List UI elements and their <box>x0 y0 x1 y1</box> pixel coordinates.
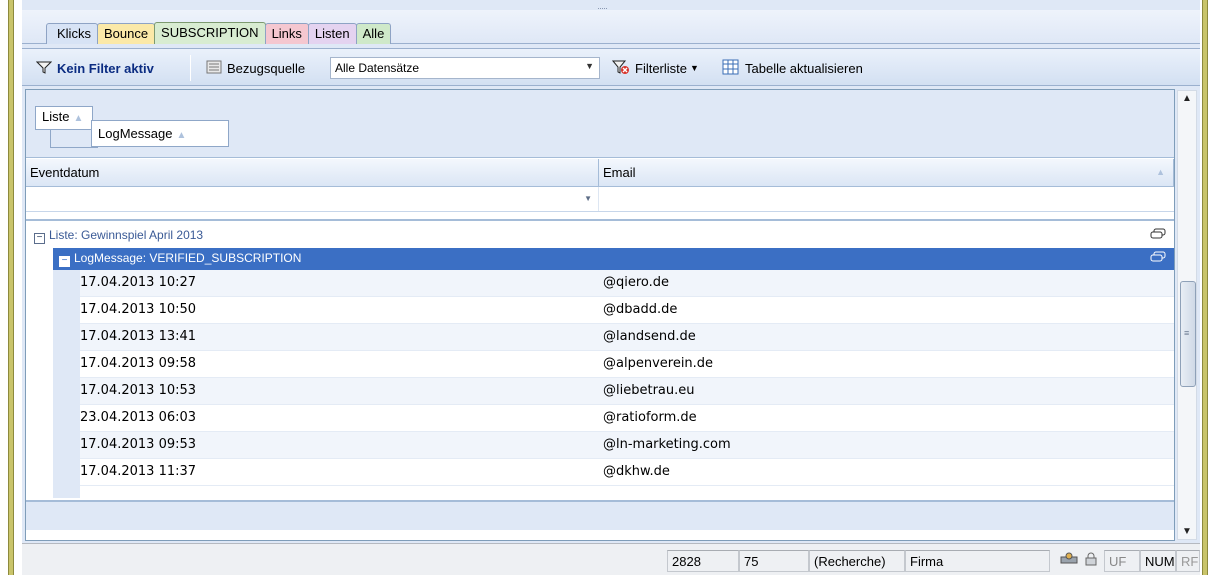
table-row[interactable]: 17.04.2013 09:58 @alpenverein.de <box>80 351 1174 378</box>
tab-subscription[interactable]: SUBSCRIPTION <box>154 22 266 44</box>
table-row[interactable]: 17.04.2013 09:53 @ln-marketing.com <box>80 432 1174 459</box>
group-row-logmessage-label: LogMessage: VERIFIED_SUBSCRIPTION <box>74 251 302 265</box>
lock-icon <box>1084 552 1098 569</box>
email-cell: @alpenverein.de <box>603 356 714 371</box>
column-header-eventdatum[interactable]: Eventdatum <box>26 159 599 186</box>
email-cell: @qiero.de <box>603 275 670 290</box>
collapse-icon[interactable]: − <box>34 233 45 244</box>
window-frame-right <box>1200 0 1215 575</box>
eventdatum-filter-cell[interactable]: ▼ <box>26 187 599 211</box>
stack-icon <box>1150 251 1166 266</box>
group-indent <box>53 270 80 498</box>
email-cell: @dkhw.de <box>603 464 670 479</box>
source-field: Bezugsquelle <box>206 57 305 79</box>
column-header-email-label: Email <box>603 165 636 180</box>
table-row[interactable]: 17.04.2013 10:27 @qiero.de <box>80 270 1174 297</box>
email-cell: @ln-marketing.com <box>603 437 731 452</box>
status-count-secondary: 75 <box>739 550 809 572</box>
status-num: NUM <box>1140 550 1176 572</box>
grip-icon: ≡ <box>1184 328 1190 338</box>
filter-remove-icon <box>611 59 630 78</box>
sort-up-icon: ▲ <box>1156 167 1165 177</box>
grid-footer <box>26 500 1174 530</box>
eventdatum-cell: 17.04.2013 11:37 <box>80 464 197 479</box>
source-dropdown-value: Alle Datensätze <box>335 61 420 75</box>
source-dropdown[interactable]: Alle Datensätze ▼ <box>330 57 600 79</box>
column-header-email[interactable]: Email ▲ <box>599 159 1174 186</box>
eventdatum-cell: 17.04.2013 09:53 <box>80 437 197 452</box>
tab-strip: Klicks Bounce SUBSCRIPTION Links Listen … <box>22 10 1200 44</box>
source-label: Bezugsquelle <box>227 60 306 76</box>
vertical-scrollbar[interactable]: ▲ ≡ ▼ <box>1177 90 1197 540</box>
group-chip-liste-label: Liste <box>42 109 70 124</box>
sort-up-icon: ▲ <box>176 130 187 141</box>
scroll-down-icon[interactable]: ▼ <box>1182 526 1192 537</box>
table-row[interactable]: 17.04.2013 10:53 @liebetrau.eu <box>80 378 1174 405</box>
eventdatum-cell: 17.04.2013 10:50 <box>80 302 197 317</box>
filter-funnel-icon <box>35 60 53 77</box>
eventdatum-cell: 17.04.2013 10:53 <box>80 383 197 398</box>
scroll-thumb[interactable]: ≡ <box>1180 281 1196 387</box>
status-rf: RF <box>1176 550 1200 572</box>
table-row[interactable]: 17.04.2013 11:37 @dkhw.de <box>80 459 1174 486</box>
status-bar: 2828 75 (Recherche) Firma UF NUM RF <box>22 543 1200 575</box>
stack-icon <box>1150 228 1166 243</box>
tab-listen[interactable]: Listen <box>307 23 357 44</box>
app-window: ····· Klicks Bounce SUBSCRIPTION Links L… <box>22 0 1200 575</box>
filterlist-button[interactable]: Filterliste ▼ <box>611 57 699 79</box>
status-uf: UF <box>1104 550 1140 572</box>
table-row[interactable]: 17.04.2013 10:50 @dbadd.de <box>80 297 1174 324</box>
email-cell: @landsend.de <box>603 329 696 344</box>
filter-status-button[interactable]: Kein Filter aktiv <box>35 57 154 79</box>
email-cell: @ratioform.de <box>603 410 697 425</box>
group-row-logmessage[interactable]: − LogMessage: VERIFIED_SUBSCRIPTION <box>53 248 1174 270</box>
group-chip-liste[interactable]: Liste ▲ <box>35 106 93 130</box>
tab-klicks[interactable]: Klicks <box>46 23 98 44</box>
group-chip-logmessage-label: LogMessage <box>98 126 173 141</box>
table-refresh-icon <box>722 59 740 78</box>
filterlist-label: Filterliste <box>635 60 688 76</box>
tab-links[interactable]: Links <box>264 23 309 44</box>
status-count-records: 2828 <box>667 550 739 572</box>
chevron-down-icon: ▼ <box>584 194 592 203</box>
filter-row: ▼ <box>26 187 1174 212</box>
group-row-list[interactable]: − Liste: Gewinnspiel April 2013 <box>26 225 1174 247</box>
collapse-icon[interactable]: − <box>59 256 70 267</box>
group-row-list-label: Liste: Gewinnspiel April 2013 <box>49 228 204 242</box>
dropdown-arrow-icon: ▼ <box>690 63 699 73</box>
data-grid: Liste ▲ LogMessage ▲ Eventdatum Email ▲ ▼ … <box>25 89 1175 541</box>
tab-bounce[interactable]: Bounce <box>96 23 156 44</box>
filter-status-label: Kein Filter aktiv <box>57 60 154 76</box>
status-company: Firma <box>905 550 1050 572</box>
list-icon <box>206 60 222 77</box>
table-row[interactable]: 23.04.2013 06:03 @ratioform.de <box>80 405 1174 432</box>
tab-alle[interactable]: Alle <box>355 23 392 44</box>
toolbar-separator <box>190 55 191 81</box>
column-headers: Eventdatum Email ▲ <box>26 159 1174 187</box>
eventdatum-cell: 17.04.2013 09:58 <box>80 356 197 371</box>
eventdatum-cell: 17.04.2013 13:41 <box>80 329 197 344</box>
window-frame-left <box>0 0 21 575</box>
group-by-panel: Liste ▲ LogMessage ▲ <box>26 90 1174 158</box>
scroll-up-icon[interactable]: ▲ <box>1182 93 1192 104</box>
email-cell: @liebetrau.eu <box>603 383 695 398</box>
status-mode: (Recherche) <box>809 550 905 572</box>
sort-up-icon: ▲ <box>73 113 84 124</box>
eventdatum-cell: 23.04.2013 06:03 <box>80 410 197 425</box>
table-row[interactable]: 17.04.2013 13:41 @landsend.de <box>80 324 1174 351</box>
refresh-table-button[interactable]: Tabelle aktualisieren <box>722 57 863 79</box>
network-icon <box>1060 552 1078 569</box>
eventdatum-cell: 17.04.2013 10:27 <box>80 275 197 290</box>
toolbar: Kein Filter aktiv Bezugsquelle Alle Date… <box>22 48 1200 86</box>
grid-rows: − Liste: Gewinnspiel April 2013 − LogMessa… <box>26 219 1174 498</box>
chevron-down-icon: ▼ <box>585 61 594 71</box>
group-chip-logmessage[interactable]: LogMessage ▲ <box>91 120 229 147</box>
email-cell: @dbadd.de <box>603 302 678 317</box>
refresh-table-label: Tabelle aktualisieren <box>745 60 863 76</box>
